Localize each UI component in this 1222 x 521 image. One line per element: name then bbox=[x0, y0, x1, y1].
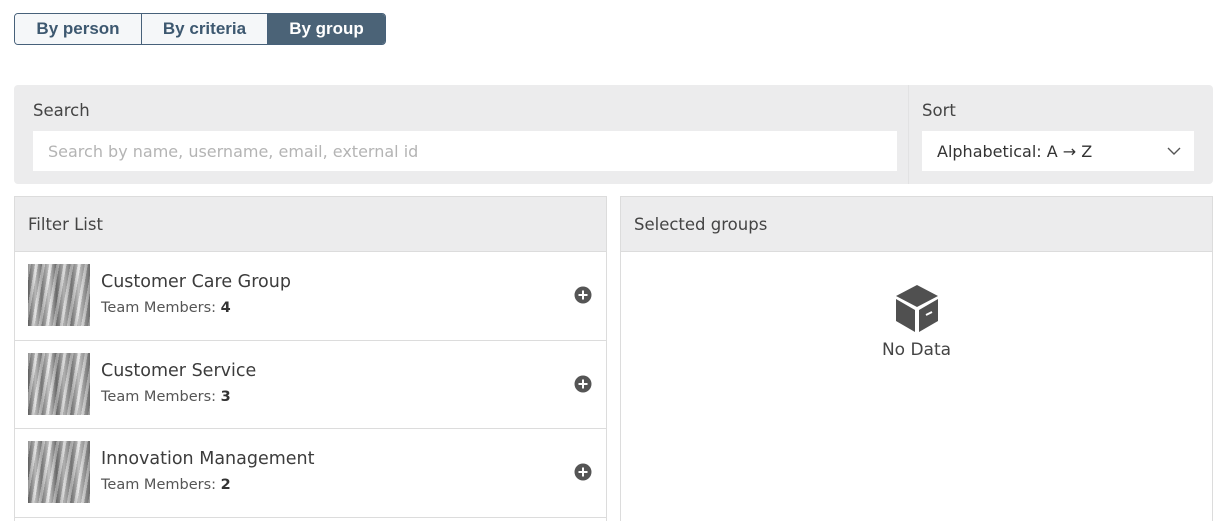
empty-state: No Data bbox=[621, 282, 1212, 360]
group-row: Customer Care Group Team Members: 4 bbox=[15, 252, 606, 341]
members-label: Team Members: bbox=[101, 300, 217, 316]
by-criteria-tab[interactable]: By criteria bbox=[142, 14, 268, 44]
group-members: Team Members: 4 bbox=[101, 300, 231, 316]
panel-divider bbox=[908, 85, 909, 184]
members-label: Team Members: bbox=[101, 477, 217, 493]
view-toggle: By person By criteria By group bbox=[14, 13, 386, 45]
plus-circle-icon[interactable] bbox=[574, 375, 592, 393]
sort-value: Alphabetical: A → Z bbox=[937, 141, 1093, 161]
group-avatar bbox=[28, 264, 90, 326]
group-name: Customer Service bbox=[101, 360, 257, 381]
selected-groups-panel: Selected groups No Data bbox=[620, 196, 1213, 521]
no-data-text: No Data bbox=[881, 340, 952, 360]
group-name: Customer Care Group bbox=[101, 272, 291, 292]
members-count: 3 bbox=[220, 388, 231, 405]
plus-circle-icon[interactable] bbox=[574, 463, 592, 481]
selected-groups-title: Selected groups bbox=[621, 197, 1212, 252]
group-row: Customer Service Team Members: 3 bbox=[15, 341, 606, 429]
sort-label: Sort bbox=[922, 101, 956, 120]
by-group-tab[interactable]: By group bbox=[268, 14, 385, 44]
search-label: Search bbox=[33, 101, 90, 120]
plus-circle-icon[interactable] bbox=[574, 286, 592, 304]
sort-select[interactable]: Alphabetical: A → Z bbox=[922, 131, 1194, 171]
filter-list-panel: Filter List Customer Care Group Team Mem… bbox=[14, 196, 607, 521]
group-avatar bbox=[28, 441, 90, 503]
group-avatar bbox=[28, 352, 90, 415]
members-count: 2 bbox=[220, 477, 231, 493]
search-input[interactable] bbox=[33, 131, 897, 171]
by-person-tab[interactable]: By person bbox=[15, 14, 142, 44]
group-members: Team Members: 3 bbox=[101, 389, 231, 405]
members-count: 4 bbox=[220, 300, 231, 316]
group-row: Innovation Management Team Members: 2 bbox=[15, 429, 606, 518]
chevron-down-icon bbox=[1167, 147, 1181, 155]
group-name: Innovation Management bbox=[101, 449, 315, 469]
group-members: Team Members: 2 bbox=[101, 477, 231, 493]
search-panel: Search Sort Alphabetical: A → Z bbox=[14, 85, 1213, 184]
box-icon bbox=[895, 285, 938, 332]
filter-list-title: Filter List bbox=[15, 197, 606, 252]
members-label: Team Members: bbox=[101, 388, 217, 405]
